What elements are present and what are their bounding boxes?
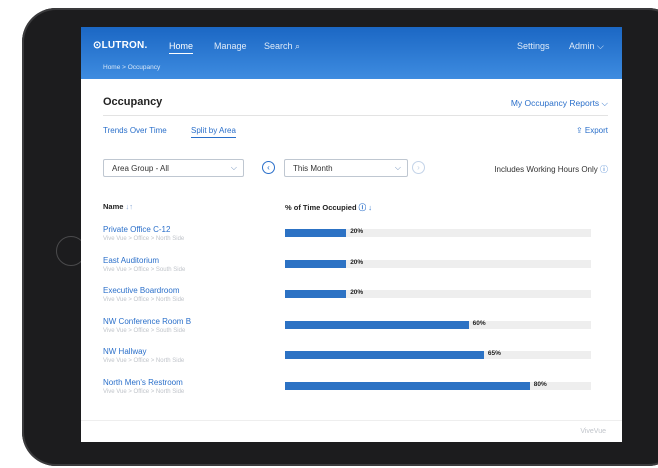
previous-period-button[interactable]: ‹ bbox=[262, 161, 275, 174]
area-path: Vive Vue > Office > North Side bbox=[103, 358, 185, 364]
occupancy-percent: 20% bbox=[350, 258, 364, 266]
working-hours-note: Includes Working Hours Only ⓘ bbox=[494, 164, 608, 175]
chevron-right-icon: › bbox=[417, 163, 420, 172]
nav-search[interactable]: Search ⌕ bbox=[264, 41, 300, 52]
occupancy-percent: 65% bbox=[487, 350, 501, 357]
lutron-logo[interactable]: ⊙LUTRON. bbox=[93, 40, 147, 51]
area-path: Vive Vue > Office > North Side bbox=[103, 388, 185, 395]
breadcrumb[interactable]: Home > Occupancy bbox=[103, 64, 160, 71]
name-column-header[interactable]: Name ↓↑ bbox=[103, 202, 133, 211]
area-group-select[interactable]: Area Group - All ⌵ bbox=[103, 159, 244, 177]
nav-admin-menu[interactable]: Admin ⌵ bbox=[569, 41, 604, 52]
table-row[interactable]: East Auditorium Vive Vue > Office > South… bbox=[81, 256, 622, 286]
chevron-left-icon: ‹ bbox=[267, 163, 270, 172]
sort-icon[interactable]: ↓↑ bbox=[126, 202, 134, 211]
period-value: This Month bbox=[293, 164, 333, 173]
area-name-link[interactable]: NW Conference Room B bbox=[103, 317, 191, 326]
my-reports-dropdown[interactable]: My Occupancy Reports ⌵ bbox=[511, 98, 608, 109]
area-name-link[interactable]: North Men's Restroom bbox=[103, 378, 183, 387]
export-button[interactable]: ⇪ Export bbox=[576, 126, 608, 135]
table-row[interactable]: Executive Boardroom Vive Vue > Office > N… bbox=[81, 286, 622, 316]
area-name-link[interactable]: Executive Boardroom bbox=[103, 286, 179, 295]
area-name-link[interactable]: East Auditorium bbox=[103, 256, 159, 265]
area-name-link[interactable]: NW Hallway bbox=[103, 347, 147, 356]
name-header-label: Name bbox=[103, 202, 124, 211]
occupancy-bar bbox=[285, 229, 347, 237]
occupancy-percent: 60% bbox=[472, 319, 486, 327]
occupancy-bar-track: 65% bbox=[285, 350, 591, 359]
area-name-link[interactable]: Private Office C-12 bbox=[103, 225, 170, 234]
title-divider bbox=[103, 115, 608, 116]
occupancy-bar-track: 20% bbox=[285, 258, 591, 268]
occupancy-bar bbox=[285, 259, 347, 268]
occupied-column-header: % of Time Occupied ⓘ ↓ bbox=[285, 202, 372, 213]
occupancy-percent: 20% bbox=[350, 228, 364, 235]
nav-manage[interactable]: Manage bbox=[214, 41, 247, 51]
area-path: Vive Vue > Office > North Side bbox=[103, 297, 185, 303]
tab-trends-over-time[interactable]: Trends Over Time bbox=[103, 126, 167, 135]
vivevue-brand: ViveVue bbox=[580, 428, 606, 435]
nav-home[interactable]: Home bbox=[169, 41, 194, 54]
area-path: Vive Vue > Office > North Side bbox=[103, 236, 185, 242]
nav-settings[interactable]: Settings bbox=[517, 41, 550, 51]
page-title: Occupancy bbox=[103, 96, 163, 108]
table-row[interactable]: North Men's Restroom Vive Vue > Office > … bbox=[81, 378, 622, 408]
occupancy-percent: 80% bbox=[533, 380, 547, 388]
area-path: Vive Vue > Office > South Side bbox=[103, 327, 186, 334]
occupancy-bar bbox=[285, 381, 530, 390]
occupancy-percent: 20% bbox=[350, 289, 364, 296]
occupancy-bar-track: 60% bbox=[285, 319, 591, 329]
occupancy-bar-track: 20% bbox=[285, 289, 591, 298]
app-screen: ⊙LUTRON. Home Manage Search ⌕ Settings A… bbox=[81, 27, 622, 442]
occupancy-bar-track: 20% bbox=[285, 228, 591, 237]
chevron-down-icon: ⌵ bbox=[230, 163, 237, 172]
occupancy-bar bbox=[285, 290, 347, 298]
tab-split-by-area[interactable]: Split by Area bbox=[191, 126, 236, 138]
table-row[interactable]: NW Hallway Vive Vue > Office > North Side… bbox=[81, 347, 622, 377]
occupied-header-label: % of Time Occupied bbox=[285, 203, 357, 212]
area-group-value: Area Group - All bbox=[112, 164, 169, 173]
working-hours-label: Includes Working Hours Only bbox=[494, 165, 598, 174]
occupancy-content: Occupancy My Occupancy Reports ⌵ Trends … bbox=[81, 79, 622, 419]
chevron-down-icon: ⌵ bbox=[394, 163, 401, 172]
area-path: Vive Vue > Office > South Side bbox=[103, 266, 186, 273]
period-select[interactable]: This Month ⌵ bbox=[284, 159, 408, 177]
sort-icon[interactable]: ↓ bbox=[368, 203, 372, 212]
table-row[interactable]: Private Office C-12 Vive Vue > Office > N… bbox=[81, 225, 622, 255]
occupancy-bar bbox=[285, 320, 469, 329]
occupancy-bar bbox=[285, 351, 484, 359]
next-period-button[interactable]: › bbox=[412, 161, 425, 174]
info-icon[interactable]: ⓘ bbox=[359, 203, 367, 212]
footer: ViveVue bbox=[81, 420, 622, 442]
top-nav-bar: ⊙LUTRON. Home Manage Search ⌕ Settings A… bbox=[81, 27, 622, 79]
info-icon[interactable]: ⓘ bbox=[600, 165, 608, 174]
occupancy-bar-track: 80% bbox=[285, 380, 591, 390]
table-row[interactable]: NW Conference Room B Vive Vue > Office > … bbox=[81, 317, 622, 347]
